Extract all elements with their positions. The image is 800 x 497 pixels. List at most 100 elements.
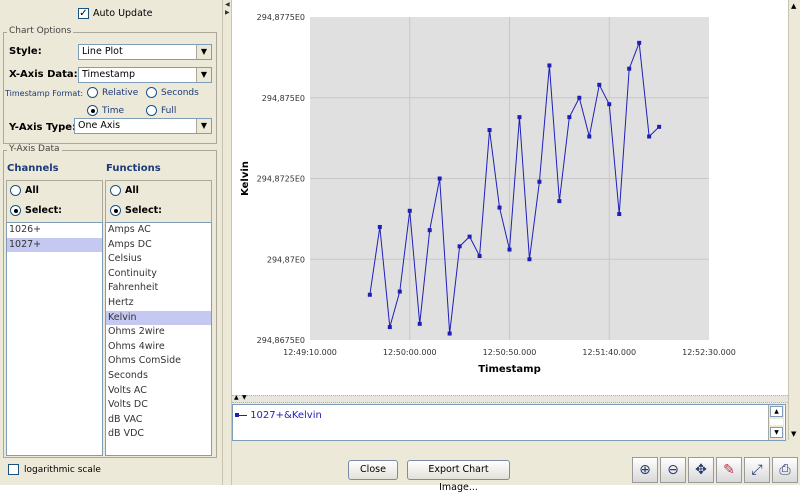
fit-icon[interactable]: ⤢ [744, 457, 770, 483]
options-panel: ✓ Auto Update Chart Options Style: Line … [0, 0, 222, 485]
function-item[interactable]: Ohms ComSide [106, 354, 211, 369]
chevron-down-icon: ▼ [196, 119, 211, 133]
data-point [437, 176, 442, 181]
relative-label: Relative [102, 88, 139, 98]
x-tick-label: 12:51:40.000 [582, 348, 636, 357]
chart-area: 12:49:10.000 12:50:00.000 12:50:50.000 12:5… [232, 0, 788, 395]
channel-item[interactable]: 1027+ [7, 237, 102, 253]
function-item[interactable]: Volts DC [106, 398, 211, 413]
legend-entry: 1027+&Kelvin [235, 410, 322, 421]
xaxis-select[interactable]: Timestamp ▼ [78, 67, 212, 83]
yaxis-type-select[interactable]: One Axis ▼ [74, 118, 212, 134]
yaxis-type-value: One Axis [78, 120, 121, 131]
auto-update-checkbox[interactable]: ✓ [78, 8, 89, 19]
data-point [527, 257, 532, 262]
legend-divider[interactable]: ▲ ▼ [232, 394, 788, 403]
data-point [487, 128, 492, 133]
panel-splitter[interactable]: ◀ ▶ [222, 0, 232, 485]
channels-select-radio[interactable] [10, 205, 21, 216]
data-point [577, 95, 582, 100]
y-tick-label: 294,875E0 [262, 94, 305, 103]
data-point [417, 321, 422, 326]
data-point [477, 254, 482, 259]
scroll-down-icon[interactable]: ▼ [791, 430, 796, 438]
data-point [507, 247, 512, 252]
style-label: Style: [9, 46, 42, 57]
auto-update-label: Auto Update [93, 8, 153, 19]
function-item[interactable]: Continuity [106, 267, 211, 282]
y-tick-label: 294,8725E0 [257, 175, 305, 184]
chart-svg[interactable]: 12:49:10.000 12:50:00.000 12:50:50.000 12:5… [232, 0, 788, 395]
data-point [597, 82, 602, 87]
print-icon[interactable]: ⎙ [772, 457, 798, 483]
scroll-up-icon[interactable]: ▲ [770, 406, 783, 417]
scroll-up-icon[interactable]: ▲ [791, 2, 796, 10]
data-point [497, 205, 502, 210]
relative-radio[interactable] [87, 87, 98, 98]
function-item[interactable]: Kelvin [106, 310, 211, 326]
channel-item[interactable]: 1026+ [7, 223, 102, 238]
close-button[interactable]: Close [348, 460, 398, 480]
function-item[interactable]: dB VDC [106, 427, 211, 442]
data-point [557, 199, 562, 204]
collapse-left-icon[interactable]: ◀ [225, 2, 230, 8]
channels-all-radio[interactable] [10, 185, 21, 196]
y-tick-label: 294,8775E0 [257, 13, 305, 22]
divider-up-icon[interactable]: ▲ [234, 394, 239, 401]
x-tick-label: 12:50:50.000 [483, 348, 537, 357]
data-point [627, 66, 632, 71]
data-point [647, 134, 652, 139]
functions-select-radio[interactable] [110, 205, 121, 216]
seconds-label: Seconds [161, 88, 199, 98]
full-radio[interactable] [146, 105, 157, 116]
divider-down-icon[interactable]: ▼ [242, 394, 247, 401]
functions-list[interactable]: Amps AC Amps DC Celsius Continuity Fahrenhei… [105, 222, 212, 456]
data-point [427, 228, 432, 233]
function-item[interactable]: Fahrenheit [106, 281, 211, 296]
time-label: Time [102, 106, 125, 116]
function-item[interactable]: Amps DC [106, 238, 211, 253]
chart-scrollbar[interactable]: ▲ ▼ [788, 0, 800, 440]
function-item[interactable]: Ohms 2wire [106, 325, 211, 340]
functions-all-radio[interactable] [110, 185, 121, 196]
data-point [397, 289, 402, 294]
functions-header: Functions [106, 163, 161, 174]
log-scale-label: logarithmic scale [24, 465, 101, 475]
zoom-in-icon[interactable]: ⊕ [632, 457, 658, 483]
export-chart-button[interactable]: Export Chart Image... [407, 460, 510, 493]
time-radio[interactable] [87, 105, 98, 116]
function-item[interactable]: Volts AC [106, 384, 211, 399]
legend-line-icon [235, 412, 247, 417]
scroll-down-icon[interactable]: ▼ [770, 427, 783, 438]
zoom-out-icon[interactable]: ⊖ [660, 457, 686, 483]
yaxis-type-label: Y-Axis Type: [9, 122, 77, 133]
functions-select-label: Select: [125, 205, 162, 216]
data-point [567, 115, 572, 120]
pan-icon[interactable]: ✥ [688, 457, 714, 483]
yaxis-data-title: Y-Axis Data [7, 144, 62, 155]
chevron-down-icon: ▼ [196, 45, 211, 59]
function-item[interactable]: dB VAC [106, 413, 211, 428]
style-select[interactable]: Line Plot ▼ [78, 44, 212, 60]
function-item[interactable]: Ohms 4wire [106, 340, 211, 355]
function-item[interactable]: Amps AC [106, 223, 211, 238]
data-point [607, 102, 612, 107]
channels-list[interactable]: 1026+ 1027+ [6, 222, 103, 456]
data-point [387, 325, 392, 330]
legend-label: 1027+&Kelvin [250, 410, 322, 421]
function-item[interactable]: Hertz [106, 296, 211, 311]
function-item[interactable]: Seconds [106, 369, 211, 384]
scroll-thumb[interactable] [770, 419, 783, 425]
data-point [587, 134, 592, 139]
y-tick-label: 294,87E0 [267, 255, 305, 264]
function-item[interactable]: Celsius [106, 252, 211, 267]
y-tick-label: 294,8675E0 [257, 336, 305, 345]
expand-right-icon[interactable]: ▶ [225, 10, 230, 16]
x-tick-label: 12:52:30.000 [682, 348, 736, 357]
timestamp-format-label: Timestamp Format: [5, 89, 84, 98]
log-scale-checkbox[interactable] [8, 464, 19, 475]
style-value: Line Plot [82, 46, 123, 57]
legend-scrollbar[interactable]: ▲ ▼ [768, 405, 784, 440]
eraser-icon[interactable]: ✎ [716, 457, 742, 483]
seconds-radio[interactable] [146, 87, 157, 98]
